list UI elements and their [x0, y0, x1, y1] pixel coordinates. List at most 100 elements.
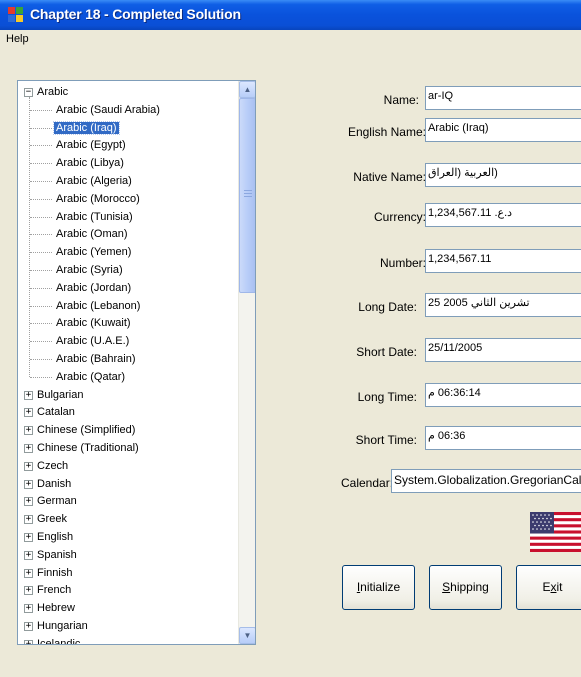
- expand-icon[interactable]: +: [24, 444, 33, 453]
- expand-icon[interactable]: +: [24, 426, 33, 436]
- tree-branch-line: [30, 341, 52, 343]
- tree-node-child[interactable]: Arabic (U.A.E.): [56, 333, 129, 349]
- tree-node-child[interactable]: Arabic (Tunisia): [56, 209, 133, 225]
- menu-bar: Help: [0, 30, 581, 49]
- native-name-value: (العربية (العراق: [428, 167, 498, 179]
- tree-branch-line: [30, 109, 52, 111]
- tree-node-child[interactable]: Arabic (Morocco): [56, 191, 140, 207]
- initialize-label: nitialize: [360, 580, 401, 594]
- tree-branch-line: [30, 234, 52, 236]
- tree-branch-line: [30, 252, 52, 254]
- culture-tree-view[interactable]: − Arabic Arabic (Saudi Arabia) Arabic (Iraq…: [17, 80, 256, 645]
- tree-node-label: Arabic (Algeria): [56, 175, 132, 187]
- expand-icon[interactable]: +: [24, 497, 33, 507]
- currency-value: د.ع. 1,234,567.11: [428, 207, 513, 219]
- number-label: Number:: [379, 256, 426, 270]
- tree-branch-line: [30, 270, 52, 271]
- shipping-label: hipping: [450, 580, 489, 594]
- tree-branch-line: [30, 305, 52, 307]
- tree-node-child[interactable]: Arabic (Oman): [56, 226, 128, 242]
- tree-node-label: Chinese (Simplified): [37, 424, 136, 437]
- exit-button[interactable]: Exit: [516, 565, 581, 610]
- expand-icon[interactable]: +: [24, 390, 33, 400]
- long-time-field[interactable]: 06:36:14 م: [425, 383, 581, 407]
- tree-branch-line: [30, 359, 52, 360]
- short-date-field[interactable]: 25/11/2005: [425, 338, 581, 362]
- tree-node-label: Bulgarian: [37, 388, 84, 401]
- tree-node-child[interactable]: Arabic (Qatar): [56, 369, 125, 385]
- tree-branch-line: [30, 163, 52, 165]
- collapse-icon[interactable]: −: [24, 88, 33, 97]
- tree-node-child[interactable]: Arabic (Bahrain): [56, 351, 135, 367]
- tree-node-child[interactable]: Arabic (Syria): [56, 262, 123, 278]
- number-field[interactable]: 1,234,567.11: [425, 249, 581, 273]
- tree-branch-line: [30, 216, 52, 218]
- native-name-field[interactable]: (العربية (العراق: [425, 163, 581, 187]
- expand-icon[interactable]: +: [24, 408, 33, 418]
- name-field[interactable]: ar-IQ: [425, 86, 581, 110]
- expand-icon[interactable]: +: [24, 586, 33, 596]
- tree-node-label: Greek: [37, 513, 67, 526]
- calendar-label: Calendar:: [341, 476, 394, 490]
- native-name-label: Native Name:: [353, 170, 426, 184]
- expand-icon[interactable]: +: [24, 550, 33, 560]
- expand-icon[interactable]: +: [24, 533, 33, 542]
- tree-node-child[interactable]: Arabic (Egypt): [56, 137, 126, 153]
- expand-icon[interactable]: +: [24, 622, 33, 631]
- app-icon[interactable]: [8, 7, 24, 23]
- scroll-down-button[interactable]: ▼: [239, 627, 255, 644]
- tree-node-child[interactable]: Arabic (Lebanon): [56, 298, 140, 314]
- window-title: Chapter 18 - Completed Solution: [30, 6, 241, 22]
- tree-node-label: German: [37, 495, 77, 508]
- chevron-up-icon: ▲: [243, 85, 252, 94]
- initialize-button[interactable]: Initialize: [342, 565, 415, 610]
- tree-node-label: Arabic (Iraq): [53, 120, 120, 135]
- tree-node-label: Arabic (Libya): [56, 157, 124, 170]
- tree-branch-line: [30, 287, 52, 289]
- tree-node-label: Hungarian: [37, 620, 88, 632]
- tree-node-child[interactable]: Arabic (Jordan): [56, 280, 131, 296]
- tree-node-child[interactable]: Arabic (Yemen): [56, 244, 131, 260]
- english-name-field[interactable]: Arabic (Iraq): [425, 118, 581, 142]
- tree-node-label: Arabic (Bahrain): [56, 353, 136, 365]
- expand-icon[interactable]: +: [24, 568, 33, 578]
- title-bar[interactable]: Chapter 18 - Completed Solution: [0, 0, 581, 30]
- tree-node-child[interactable]: Arabic (Algeria): [56, 173, 132, 189]
- tree-node-label: Arabic (Tunisia): [56, 210, 133, 223]
- menu-help[interactable]: Help: [6, 33, 29, 45]
- expand-icon[interactable]: +: [24, 604, 33, 614]
- expand-icon[interactable]: +: [24, 639, 33, 644]
- tree-node-label: Arabic (Lebanon): [56, 299, 141, 312]
- expand-icon[interactable]: +: [24, 515, 33, 525]
- short-time-field[interactable]: 06:36 م: [425, 426, 581, 450]
- scroll-thumb[interactable]: [239, 98, 255, 293]
- tree-branch-line: [30, 145, 52, 147]
- tree-node-label: Arabic (Yemen): [56, 246, 132, 259]
- currency-field[interactable]: د.ع. 1,234,567.11: [425, 203, 581, 227]
- tree-node-label: Icelandic: [37, 637, 81, 644]
- tree-guide-line: [29, 97, 30, 377]
- chevron-down-icon: ▼: [243, 631, 252, 640]
- tree-node-label: French: [37, 584, 72, 597]
- scroll-up-button[interactable]: ▲: [239, 81, 255, 98]
- shipping-mnemonic: S: [442, 580, 451, 594]
- expand-icon[interactable]: +: [24, 461, 33, 471]
- tree-node-label: English: [37, 531, 74, 543]
- us-flag-icon: [530, 512, 581, 552]
- tree-node-child[interactable]: Arabic (Saudi Arabia): [56, 102, 160, 118]
- tree-node-child[interactable]: Arabic (Iraq): [53, 120, 120, 136]
- calendar-field[interactable]: System.Globalization.GregorianCalendar: [391, 469, 581, 493]
- exit-label-lead: E: [542, 580, 551, 594]
- tree-node-child[interactable]: Arabic (Kuwait): [56, 315, 131, 331]
- exit-label: it: [556, 580, 563, 594]
- long-time-value: 06:36:14 م: [428, 387, 481, 399]
- expand-icon[interactable]: +: [24, 479, 33, 489]
- tree-node-label: Arabic (Kuwait): [56, 317, 131, 330]
- tree-branch-line: [30, 323, 52, 325]
- short-time-value: 06:36 م: [428, 430, 466, 442]
- long-date-field[interactable]: تشرين الثاني 2005 25: [425, 293, 581, 317]
- shipping-button[interactable]: Shipping: [429, 565, 502, 610]
- tree-vertical-scrollbar[interactable]: ▲ ▼: [238, 81, 255, 644]
- tree-items: − Arabic Arabic (Saudi Arabia) Arabic (Iraq…: [18, 81, 239, 644]
- tree-node-child[interactable]: Arabic (Libya): [56, 155, 124, 171]
